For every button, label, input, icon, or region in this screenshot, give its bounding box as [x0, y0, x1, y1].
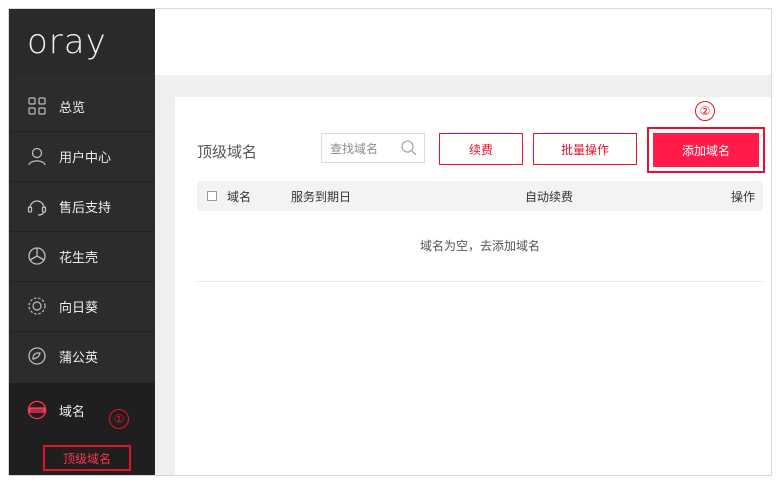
search-icon[interactable] [400, 139, 418, 157]
sunflower-icon [27, 296, 47, 316]
sidebar: oray 总览 用户中心 售后支持 花生壳 向日葵 蒲公英 www 域名 ① 顶… [9, 9, 155, 475]
add-domain-highlight: 添加域名 [647, 127, 765, 173]
logo[interactable]: oray [9, 9, 155, 75]
sidebar-item-label: 总览 [59, 100, 86, 116]
svg-text:www: www [31, 408, 43, 414]
domain-panel: ② 顶级域名 查找域名 续费 批量操作 添加域名 域名 服务到期日 自动续费 操… [175, 97, 771, 475]
search-input[interactable]: 查找域名 [321, 133, 425, 163]
renew-button[interactable]: 续费 [439, 133, 523, 165]
logo-text: oray [27, 22, 107, 62]
column-header-auto-renew[interactable]: 自动续费 [525, 188, 573, 205]
sidebar-item-sunflower[interactable]: 向日葵 [9, 281, 155, 331]
column-header-domain[interactable]: 域名 [227, 188, 251, 205]
sidebar-item-label: 蒲公英 [59, 350, 99, 366]
add-domain-button[interactable]: 添加域名 [653, 133, 759, 167]
dandelion-icon [27, 346, 47, 366]
sidebar-item-dandelion[interactable]: 蒲公英 [9, 331, 155, 381]
sidebar-item-label: 花生壳 [59, 250, 99, 266]
sidebar-subitem-top-level-domain[interactable]: 顶级域名 [43, 445, 131, 471]
sidebar-item-peanut-shell[interactable]: 花生壳 [9, 231, 155, 281]
www-icon: www [27, 400, 47, 420]
table-header: 域名 服务到期日 自动续费 操作 [197, 181, 763, 211]
empty-state-message[interactable]: 域名为空，去添加域名 [197, 237, 763, 254]
sidebar-item-user-center[interactable]: 用户中心 [9, 131, 155, 181]
page-title: 顶级域名 [197, 143, 258, 161]
batch-operation-button[interactable]: 批量操作 [533, 133, 637, 165]
sidebar-item-label: 域名 [59, 404, 86, 420]
annotation-marker-2: ② [695, 101, 715, 121]
column-header-expiry[interactable]: 服务到期日 [291, 188, 351, 205]
sidebar-item-label: 向日葵 [59, 300, 99, 316]
peanut-shell-icon [27, 246, 47, 266]
sidebar-item-domain[interactable]: www 域名 [9, 385, 155, 435]
divider [197, 281, 763, 282]
sidebar-item-label: 用户中心 [59, 150, 112, 166]
annotation-marker-1: ① [109, 409, 129, 429]
top-bar [155, 9, 771, 75]
sidebar-item-overview[interactable]: 总览 [9, 81, 155, 131]
sidebar-item-label: 售后支持 [59, 200, 112, 216]
sidebar-item-support[interactable]: 售后支持 [9, 181, 155, 231]
app-window: oray 总览 用户中心 售后支持 花生壳 向日葵 蒲公英 www 域名 ① 顶… [8, 8, 772, 476]
grid-icon [27, 96, 47, 116]
search-placeholder: 查找域名 [330, 141, 379, 156]
select-all-checkbox[interactable] [207, 191, 217, 201]
user-icon [27, 146, 47, 166]
support-icon [27, 196, 47, 216]
column-header-actions: 操作 [730, 189, 755, 204]
